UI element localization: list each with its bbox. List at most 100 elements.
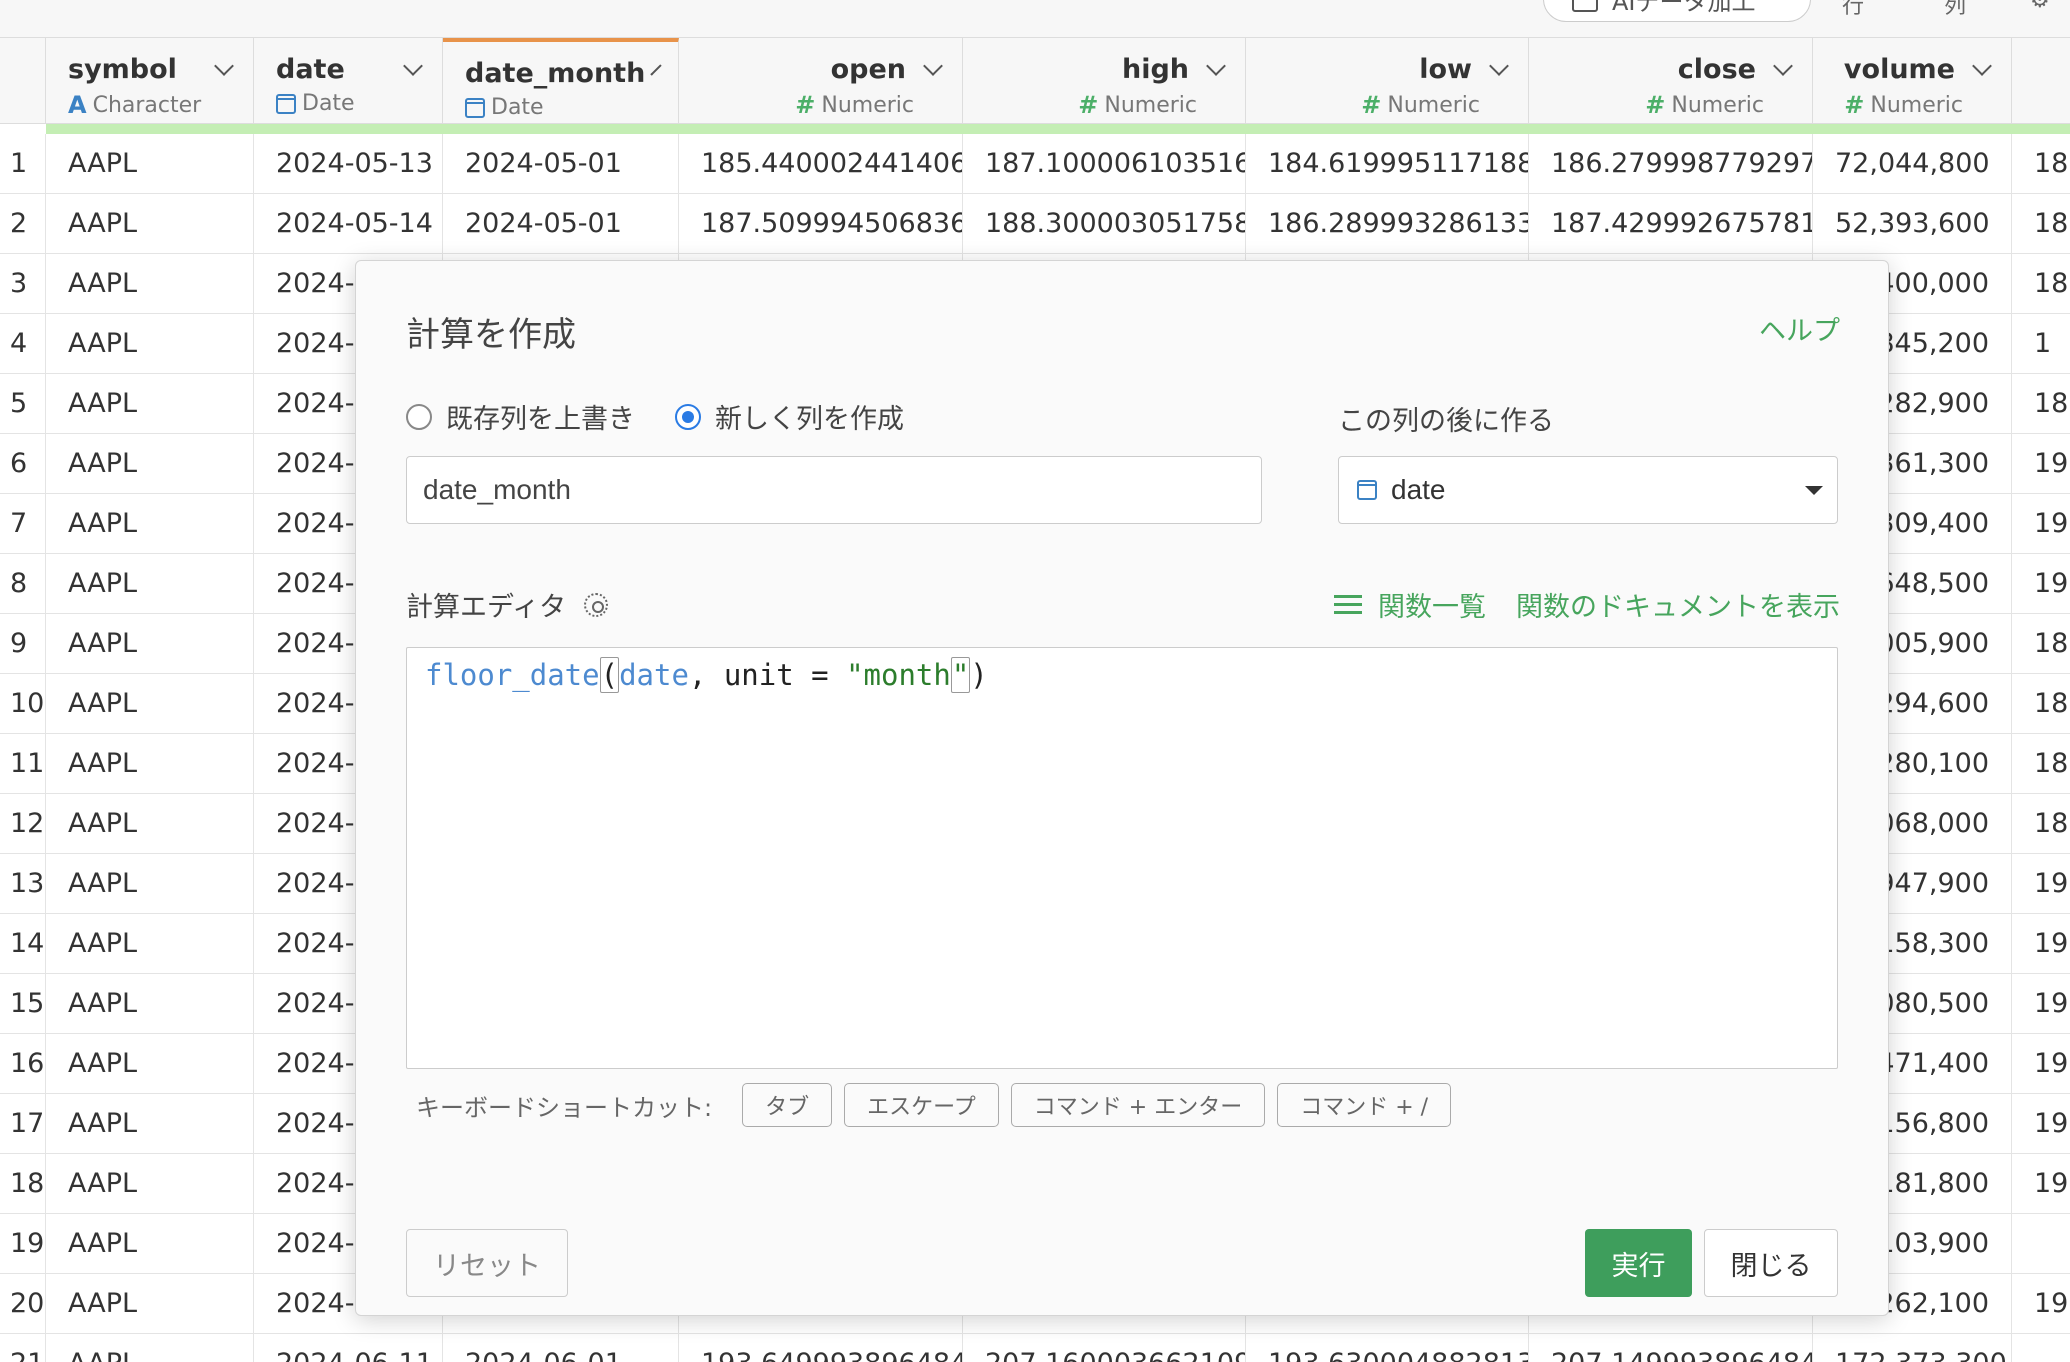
table-cell-close[interactable]: 207.149993896484	[1529, 1334, 1813, 1362]
table-cell-extra[interactable]: 186	[2012, 194, 2070, 254]
table-cell-high[interactable]: 188.300003051758	[963, 194, 1246, 254]
column-header-open[interactable]: open # Numeric	[679, 38, 963, 124]
chevron-down-icon[interactable]	[1972, 55, 1992, 76]
table-cell-open[interactable]: 185.440002441406	[679, 134, 963, 194]
table-cell-symbol[interactable]: AAPL	[46, 1154, 254, 1214]
table-cell-symbol[interactable]: AAPL	[46, 1214, 254, 1274]
table-cell-date-month[interactable]: 2024-05-01	[443, 194, 679, 254]
column-header-symbol[interactable]: symbol A Character	[46, 38, 254, 124]
table-cell-symbol[interactable]: AAPL	[46, 674, 254, 734]
column-header-date-month[interactable]: date_month Date	[443, 38, 679, 124]
table-cell-extra[interactable]: 193	[2012, 1034, 2070, 1094]
table-cell-symbol[interactable]: AAPL	[46, 374, 254, 434]
table-cell-symbol[interactable]: AAPL	[46, 434, 254, 494]
table-cell-extra[interactable]: 191	[2012, 494, 2070, 554]
table-cell-extra[interactable]: 189	[2012, 734, 2070, 794]
table-cell-symbol[interactable]: AAPL	[46, 614, 254, 674]
table-cell-symbol[interactable]: AAPL	[46, 494, 254, 554]
calculation-code-editor[interactable]: floor_date(date, unit = "month")	[406, 647, 1838, 1069]
chevron-down-icon[interactable]	[650, 63, 662, 76]
table-cell-symbol[interactable]: AAPL	[46, 1094, 254, 1154]
column-header-high[interactable]: high # Numeric	[963, 38, 1246, 124]
table-cell-date[interactable]: 2024-06-11	[254, 1334, 443, 1362]
insert-after-column-select[interactable]: date	[1338, 456, 1838, 524]
function-docs-link[interactable]: 関数のドキュメントを表示	[1516, 585, 1840, 624]
radio-overwrite-column[interactable]: 既存列を上書き	[406, 397, 635, 436]
table-cell-extra[interactable]: 189	[2012, 794, 2070, 854]
editor-settings-gear-icon[interactable]	[584, 592, 609, 617]
radio-overwrite-indicator[interactable]	[406, 403, 432, 430]
table-cell-symbol[interactable]: AAPL	[46, 974, 254, 1034]
table-cell-symbol[interactable]: AAPL	[46, 1034, 254, 1094]
table-cell-extra[interactable]: 1	[2012, 314, 2070, 374]
table-cell-symbol[interactable]: AAPL	[46, 314, 254, 374]
chevron-down-icon[interactable]	[923, 55, 943, 76]
table-cell-volume[interactable]: 52,393,600	[1813, 194, 2012, 254]
chevron-down-icon[interactable]	[214, 55, 234, 76]
table-cell-date-month[interactable]: 2024-05-01	[443, 134, 679, 194]
table-cell-extra[interactable]: 19	[2012, 854, 2070, 914]
ai-data-processing-button[interactable]: AIデータ加工	[1543, 0, 1811, 22]
table-cell-extra[interactable]: 185	[2012, 134, 2070, 194]
table-cell-symbol[interactable]: AAPL	[46, 1274, 254, 1334]
help-link[interactable]: ヘルプ	[1759, 309, 1840, 348]
table-cell-extra[interactable]: 193	[2012, 974, 2070, 1034]
table-cell-volume[interactable]: 72,044,800	[1813, 134, 2012, 194]
table-row[interactable]: 21AAPL2024-06-112024-06-01193.6499938964…	[0, 1334, 2070, 1362]
table-cell-close[interactable]: 186.279998779297	[1529, 134, 1813, 194]
radio-create-new-indicator[interactable]	[675, 403, 701, 430]
table-cell-extra[interactable]	[2012, 1334, 2070, 1362]
table-cell-symbol[interactable]: AAPL	[46, 914, 254, 974]
radio-create-new-column[interactable]: 新しく列を作成	[675, 397, 904, 436]
table-cell-volume[interactable]: 172,373,300	[1813, 1334, 2012, 1362]
table-cell-symbol[interactable]: AAPL	[46, 1334, 254, 1362]
function-list-link[interactable]: 関数一覧	[1334, 585, 1486, 624]
table-cell-extra[interactable]: 195	[2012, 1094, 2070, 1154]
chevron-down-icon[interactable]	[1206, 55, 1226, 76]
table-cell-date[interactable]: 2024-05-14	[254, 194, 443, 254]
row-tool-button[interactable]: 行	[1842, 0, 1864, 20]
table-cell-extra[interactable]: 186	[2012, 614, 2070, 674]
chevron-down-icon[interactable]	[1773, 55, 1793, 76]
table-cell-open[interactable]: 193.649993896484	[679, 1334, 963, 1362]
table-cell-symbol[interactable]: AAPL	[46, 194, 254, 254]
table-cell-symbol[interactable]: AAPL	[46, 854, 254, 914]
table-cell-symbol[interactable]: AAPL	[46, 254, 254, 314]
table-cell-extra[interactable]	[2012, 1214, 2070, 1274]
close-button[interactable]: 閉じる	[1704, 1229, 1838, 1297]
table-cell-close[interactable]: 187.429992675781	[1529, 194, 1813, 254]
column-tool-button[interactable]: 列	[1944, 0, 1966, 20]
reset-button[interactable]: リセット	[406, 1229, 568, 1297]
table-cell-high[interactable]: 207.160003662109	[963, 1334, 1246, 1362]
table-cell-extra[interactable]: 192	[2012, 1274, 2070, 1334]
table-cell-symbol[interactable]: AAPL	[46, 734, 254, 794]
table-cell-extra[interactable]: 193	[2012, 1154, 2070, 1214]
table-cell-low[interactable]: 193.630004882813	[1246, 1334, 1529, 1362]
table-cell-extra[interactable]: 189	[2012, 254, 2070, 314]
table-cell-symbol[interactable]: AAPL	[46, 794, 254, 854]
run-button[interactable]: 実行	[1585, 1229, 1692, 1297]
table-cell-extra[interactable]: 190	[2012, 554, 2070, 614]
column-header-close[interactable]: close # Numeric	[1529, 38, 1813, 124]
table-cell-extra[interactable]: 191	[2012, 914, 2070, 974]
table-cell-date-month[interactable]: 2024-06-01	[443, 1334, 679, 1362]
chevron-down-icon[interactable]	[1489, 55, 1509, 76]
column-header-date[interactable]: date Date	[254, 38, 443, 124]
table-cell-open[interactable]: 187.509994506836	[679, 194, 963, 254]
table-cell-low[interactable]: 186.289993286133	[1246, 194, 1529, 254]
settings-icon[interactable]: ⚙	[2030, 0, 2050, 13]
table-cell-low[interactable]: 184.619995117188	[1246, 134, 1529, 194]
new-column-name-input[interactable]	[406, 456, 1262, 524]
table-cell-extra[interactable]: 189	[2012, 374, 2070, 434]
table-cell-date[interactable]: 2024-05-13	[254, 134, 443, 194]
table-row[interactable]: 1 AAPL 2024-05-13 2024-05-01 185.44000244140…	[0, 134, 2070, 194]
table-cell-extra[interactable]: 190	[2012, 434, 2070, 494]
table-cell-extra[interactable]: 189	[2012, 674, 2070, 734]
column-header-volume[interactable]: volume # Numeric	[1813, 38, 2012, 124]
chevron-down-icon[interactable]	[403, 55, 423, 76]
table-cell-high[interactable]: 187.100006103516	[963, 134, 1246, 194]
table-cell-symbol[interactable]: AAPL	[46, 134, 254, 194]
table-row[interactable]: 2 AAPL 2024-05-14 2024-05-01 187.50999450683…	[0, 194, 2070, 254]
column-header-low[interactable]: low # Numeric	[1246, 38, 1529, 124]
table-cell-symbol[interactable]: AAPL	[46, 554, 254, 614]
